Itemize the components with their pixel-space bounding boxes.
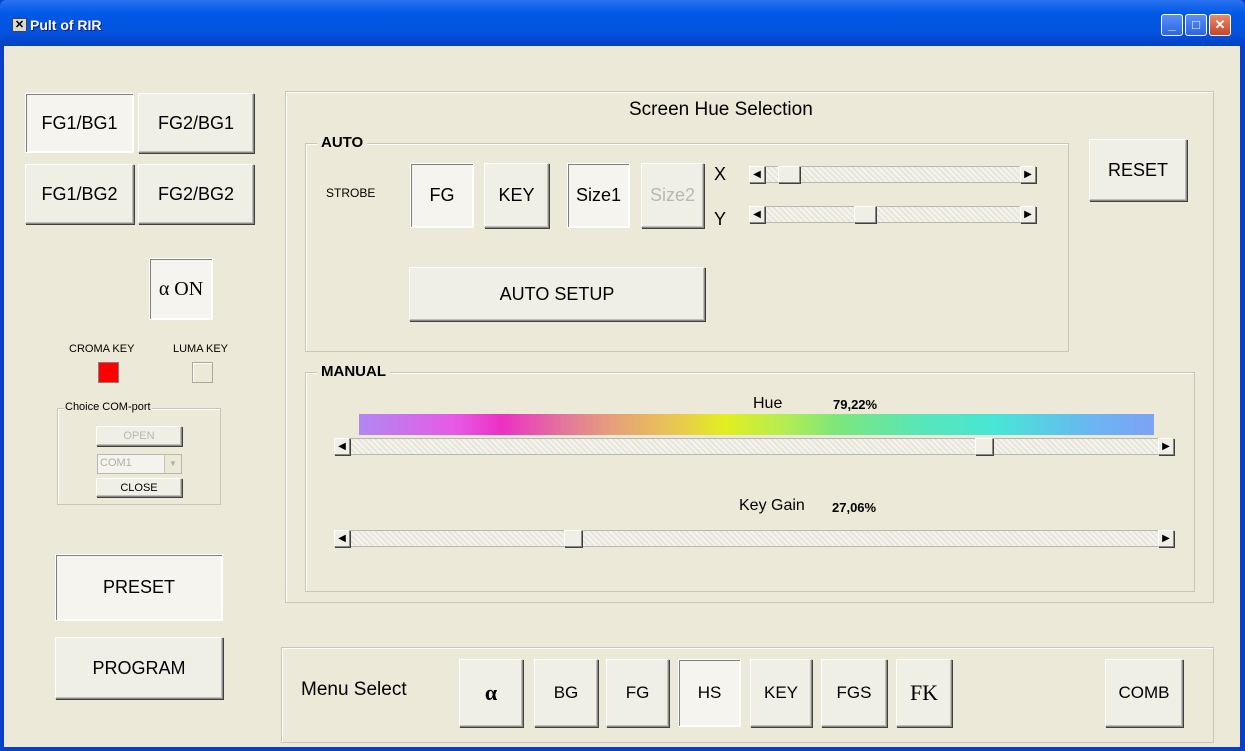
- minimize-button[interactable]: _: [1161, 14, 1183, 36]
- y-scroll-thumb[interactable]: [853, 206, 876, 223]
- strobe-fg-button[interactable]: FG: [410, 163, 474, 228]
- auto-setup-button[interactable]: AUTO SETUP: [409, 267, 705, 321]
- manual-group: [305, 372, 1195, 592]
- menu-select-label: Menu Select: [301, 679, 407, 700]
- open-port-button[interactable]: OPEN: [96, 426, 182, 446]
- hue-value: 79,22%: [833, 397, 878, 412]
- window-client-area: FG1/BG1 FG2/BG1 FG1/BG2 FG2/BG2 α ON CRO…: [4, 46, 1240, 747]
- croma-key-label: CROMA KEY: [69, 343, 135, 355]
- reset-button[interactable]: RESET: [1089, 139, 1187, 201]
- hue-label: Hue: [753, 395, 783, 412]
- y-position-scrollbar[interactable]: ◀ ▶: [749, 206, 1036, 223]
- app-icon: ✕: [12, 18, 27, 32]
- close-port-button[interactable]: CLOSE: [96, 478, 182, 497]
- com-port-select[interactable]: COM1 ▼: [97, 454, 182, 474]
- menu-fg-button[interactable]: FG: [606, 659, 669, 727]
- key-gain-scrollbar[interactable]: ◀ ▶: [334, 530, 1174, 547]
- scroll-right-icon[interactable]: ▶: [1158, 530, 1174, 547]
- y-label: Y: [714, 209, 727, 229]
- comb-button[interactable]: COMB: [1105, 659, 1183, 727]
- x-position-scrollbar[interactable]: ◀ ▶: [749, 166, 1036, 183]
- x-label: X: [714, 164, 727, 184]
- program-button[interactable]: PROGRAM: [55, 637, 223, 699]
- hue-spectrum-bar: [359, 414, 1154, 435]
- title-bar[interactable]: ✕ Pult of RIR _ □ ✕: [0, 0, 1245, 46]
- size2-button[interactable]: Size2: [641, 163, 704, 228]
- fg2-bg2-button[interactable]: FG2/BG2: [138, 164, 254, 224]
- screen-hue-title: Screen Hue Selection: [629, 99, 813, 120]
- menu-bg-button[interactable]: BG: [534, 659, 598, 727]
- scroll-left-icon[interactable]: ◀: [749, 206, 765, 223]
- strobe-key-button[interactable]: KEY: [484, 163, 549, 228]
- croma-key-indicator: [98, 362, 119, 383]
- scroll-right-icon[interactable]: ▶: [1020, 206, 1036, 223]
- fg1-bg1-button[interactable]: FG1/BG1: [25, 93, 134, 153]
- key-gain-label: Key Gain: [739, 497, 805, 514]
- fg1-bg2-button[interactable]: FG1/BG2: [25, 164, 134, 224]
- key-gain-value: 27,06%: [832, 500, 877, 515]
- preset-button[interactable]: PRESET: [55, 554, 223, 621]
- com-port-group-title: Choice COM-port: [64, 401, 152, 413]
- key-gain-scroll-thumb[interactable]: [564, 530, 583, 547]
- luma-key-indicator: [192, 362, 213, 383]
- window-title: Pult of RIR: [30, 17, 102, 33]
- x-scroll-thumb[interactable]: [777, 166, 800, 183]
- size1-button[interactable]: Size1: [567, 163, 630, 228]
- hue-scrollbar[interactable]: ◀ ▶: [334, 438, 1174, 455]
- manual-legend: MANUAL: [317, 363, 390, 380]
- menu-alpha-button[interactable]: α: [459, 659, 523, 727]
- maximize-button[interactable]: □: [1185, 14, 1207, 36]
- menu-hs-button[interactable]: HS: [678, 659, 741, 727]
- alpha-on-button[interactable]: α ON: [149, 258, 213, 320]
- close-window-button[interactable]: ✕: [1209, 14, 1231, 36]
- menu-fgs-button[interactable]: FGS: [821, 659, 887, 727]
- strobe-label: STROBE: [326, 186, 376, 200]
- scroll-left-icon[interactable]: ◀: [749, 166, 765, 183]
- luma-key-label: LUMA KEY: [173, 343, 229, 355]
- com-port-value: COM1: [100, 457, 132, 469]
- menu-key-button[interactable]: KEY: [750, 659, 812, 727]
- fg2-bg1-button[interactable]: FG2/BG1: [138, 93, 254, 153]
- scroll-left-icon[interactable]: ◀: [334, 530, 350, 547]
- menu-fk-button[interactable]: FK: [896, 659, 952, 727]
- auto-legend: AUTO: [317, 134, 368, 151]
- hue-scroll-thumb[interactable]: [975, 438, 994, 455]
- scroll-right-icon[interactable]: ▶: [1158, 438, 1174, 455]
- chevron-down-icon[interactable]: ▼: [164, 455, 181, 473]
- scroll-right-icon[interactable]: ▶: [1020, 166, 1036, 183]
- menu-select-group: [281, 647, 1214, 743]
- scroll-left-icon[interactable]: ◀: [334, 438, 350, 455]
